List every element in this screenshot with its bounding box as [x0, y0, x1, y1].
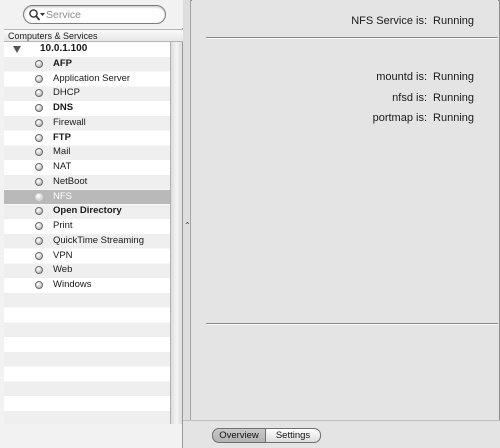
divider-top	[206, 37, 498, 39]
status-dot-icon	[35, 281, 43, 289]
service-item-dhcp[interactable]: DHCP	[4, 86, 170, 101]
service-item-print[interactable]: Print	[4, 219, 170, 234]
service-label: Windows	[53, 279, 92, 290]
service-status-label: NFS Service is:	[351, 15, 428, 27]
service-label: Open Directory	[53, 205, 122, 217]
daemon-status-line: mountd is: Running	[376, 71, 474, 83]
service-label: Web	[53, 264, 73, 276]
status-dot-icon	[35, 163, 43, 171]
search-icon[interactable]	[28, 8, 46, 21]
status-dot-icon	[35, 89, 43, 98]
service-label: Firewall	[53, 116, 86, 128]
service-label: DHCP	[53, 87, 80, 99]
status-dot-icon	[35, 74, 43, 83]
daemon-label: portmap is:	[372, 112, 428, 124]
service-item-firewall[interactable]: Firewall	[4, 116, 170, 131]
service-label: NAT	[53, 161, 72, 172]
service-label: VPN	[53, 249, 73, 261]
status-dot-icon	[35, 118, 43, 127]
overview-panel: NFS Service is: Running mountd is: Running…	[192, 0, 498, 420]
status-dot-icon	[35, 177, 43, 186]
status-dot-icon	[35, 192, 43, 201]
service-label: AFP	[53, 57, 72, 69]
status-dot-icon	[35, 59, 43, 68]
service-item-ftp[interactable]: FTP	[4, 131, 170, 146]
service-item-nat[interactable]: NAT	[4, 160, 170, 175]
status-dot-icon	[35, 148, 43, 157]
daemon-label: nfsd is:	[392, 92, 428, 104]
service-item-quicktime-streaming[interactable]: QuickTime Streaming	[4, 234, 170, 249]
tab-overview[interactable]: Overview	[212, 428, 266, 443]
service-label: DNS	[53, 102, 74, 113]
service-item-windows[interactable]: Windows	[4, 278, 170, 293]
service-item-open-directory[interactable]: Open Directory	[4, 204, 170, 219]
service-label: Print	[53, 220, 73, 231]
daemon-label: mountd is:	[376, 71, 428, 83]
service-label: Application Server	[53, 72, 131, 84]
service-label: FTP	[53, 131, 71, 143]
computer-name: 10.0.1.100	[40, 43, 88, 54]
status-dot-icon	[35, 104, 43, 112]
status-dot-icon	[35, 236, 43, 245]
service-label: NetBoot	[53, 175, 88, 187]
service-item-dns[interactable]: DNS	[4, 101, 170, 116]
daemon-value: Running	[433, 112, 474, 124]
daemon-value: Running	[433, 71, 474, 83]
status-dot-icon	[35, 222, 43, 230]
service-status-value: Running	[433, 15, 474, 27]
daemon-value: Running	[433, 92, 474, 104]
service-item-web[interactable]: Web	[4, 263, 170, 278]
list-column-header[interactable]: Computers & Services	[4, 29, 183, 42]
divider-bottom	[206, 323, 498, 325]
status-dot-icon	[35, 266, 43, 275]
services-list[interactable]: 10.0.1.100 AFP Application Server DHCP DNS F…	[4, 42, 170, 424]
services-sidebar: Service Computers & Services 10.0.1.100 …	[0, 0, 183, 448]
daemon-status-line: portmap is: Running	[373, 112, 474, 124]
service-item-vpn[interactable]: VPN	[4, 249, 170, 264]
status-dot-icon	[35, 133, 43, 142]
tab-settings[interactable]: Settings	[266, 428, 321, 443]
status-dot-icon	[35, 251, 43, 260]
service-item-application-server[interactable]: Application Server	[4, 72, 170, 87]
search-placeholder: Service	[46, 9, 82, 21]
splitter-handle-icon[interactable]: ⌃	[184, 221, 191, 230]
daemon-status-line: nfsd is: Running	[392, 92, 474, 104]
service-item-netboot[interactable]: NetBoot	[4, 175, 170, 190]
pane-splitter[interactable]: ⌃	[183, 0, 191, 448]
service-item-mail[interactable]: Mail	[4, 145, 170, 160]
service-item-afp[interactable]: AFP	[4, 57, 170, 72]
status-dot-icon	[35, 207, 43, 216]
service-search-field[interactable]: Service	[23, 5, 166, 24]
computer-row[interactable]: 10.0.1.100	[4, 42, 170, 57]
service-item-nfs[interactable]: NFS	[4, 189, 170, 205]
service-label: NFS	[53, 190, 72, 202]
service-label: QuickTime Streaming	[53, 234, 144, 246]
service-label: Mail	[53, 146, 71, 158]
disclosure-triangle-icon[interactable]	[13, 46, 21, 53]
service-status-line: NFS Service is: Running	[351, 15, 474, 27]
search-area: Service	[0, 0, 183, 28]
vertical-scrollbar[interactable]	[170, 42, 182, 424]
